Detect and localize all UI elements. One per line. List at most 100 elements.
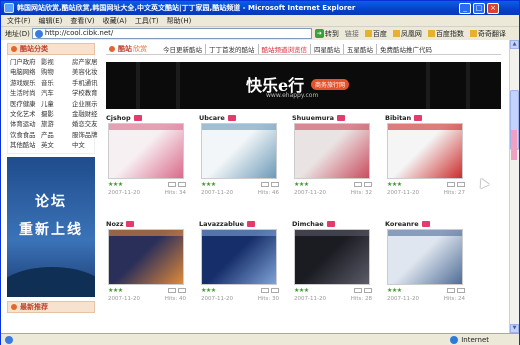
scroll-down-icon[interactable]: ▼ [510, 324, 519, 333]
scroll-up-icon[interactable]: ▲ [510, 40, 519, 49]
visit-icon[interactable] [261, 288, 269, 293]
favorite-icon[interactable] [364, 288, 372, 293]
link-translate[interactable]: 奇奇翻译 [469, 29, 506, 39]
site-card[interactable]: Shuuemura ★★★ 2007-11-20 Hits: 32 [292, 113, 380, 219]
go-button[interactable]: ➜ 转到 [314, 29, 339, 39]
hot-badge-icon [421, 221, 430, 227]
site-name[interactable]: Koreanre [385, 219, 473, 229]
category-link[interactable]: 门户政府 [10, 57, 41, 67]
address-input[interactable]: http://cool.cibk.net/ [31, 28, 312, 39]
category-link[interactable]: 服饰品牌 [72, 130, 98, 140]
category-link[interactable]: 体育运动 [10, 119, 41, 129]
site-name[interactable]: Shuuemura [292, 113, 380, 123]
site-name[interactable]: Cjshop [106, 113, 194, 123]
category-link[interactable]: 旅游 [41, 119, 72, 129]
category-link[interactable]: 英文 [41, 140, 72, 150]
site-thumbnail[interactable] [108, 229, 184, 285]
favorite-icon[interactable] [457, 288, 465, 293]
favorite-icon[interactable] [178, 182, 186, 187]
forum-banner[interactable]: 论坛 重新上线 [7, 156, 95, 297]
category-link[interactable]: 电脑网络 [10, 67, 41, 77]
site-thumbnail[interactable] [294, 123, 370, 179]
category-link[interactable]: 美容化妆 [72, 67, 98, 77]
tab-five-star[interactable]: 五星酷站 [343, 43, 376, 54]
site-card[interactable]: Nozz ★★★ 2007-11-20 Hits: 40 [106, 219, 194, 325]
visit-icon[interactable] [168, 182, 176, 187]
link-baidu[interactable]: 百度 [364, 29, 387, 39]
category-link[interactable]: 中文 [72, 140, 98, 150]
category-link[interactable]: 儿童 [41, 99, 72, 109]
site-card[interactable]: Bibitan ★★★ 2007-11-20 Hits: 27 [385, 113, 473, 219]
site-card[interactable]: Ubcare ★★★ 2007-11-20 Hits: 46 [199, 113, 287, 219]
category-link[interactable]: 汽车 [41, 88, 72, 98]
close-button[interactable]: × [487, 2, 499, 14]
category-link[interactable]: 饮食食品 [10, 130, 41, 140]
site-card[interactable]: Koreanre ★★★ 2007-11-20 Hits: 24 [385, 219, 473, 325]
card-info: 2007-11-20 Hits: 40 [106, 296, 186, 302]
link-baidu-index[interactable]: 百度指数 [427, 29, 464, 39]
ad-banner[interactable]: 快乐e行 www.ehappy.com 商务旅行网 [106, 62, 501, 109]
tab-today-updates[interactable]: 今日更新酷站 [160, 44, 205, 54]
category-link[interactable]: 影视 [41, 57, 72, 67]
category-link[interactable]: 婚恋交友 [72, 119, 98, 129]
category-link[interactable]: 生活时尚 [10, 88, 41, 98]
category-link[interactable]: 产品 [41, 130, 72, 140]
tab-promo-code[interactable]: 免费酷站推广代码 [376, 43, 435, 54]
tab-first-release[interactable]: 丁丁首发的酷站 [205, 43, 258, 54]
maximize-button[interactable]: □ [473, 2, 485, 14]
site-thumbnail[interactable] [201, 123, 277, 179]
site-thumbnail[interactable] [294, 229, 370, 285]
link-ifeng[interactable]: 凤凰网 [392, 29, 422, 39]
visit-icon[interactable] [447, 288, 455, 293]
category-link[interactable]: 企业展示 [72, 99, 98, 109]
site-name[interactable]: Dimchae [292, 219, 380, 229]
category-link[interactable]: 学校教育 [72, 88, 98, 98]
site-thumbnail[interactable] [201, 229, 277, 285]
favorite-icon[interactable] [178, 288, 186, 293]
site-name[interactable]: Bibitan [385, 113, 473, 123]
visit-icon[interactable] [354, 288, 362, 293]
favorite-icon[interactable] [457, 182, 465, 187]
visit-icon[interactable] [168, 288, 176, 293]
menu-tools[interactable]: 工具(T) [135, 16, 159, 26]
category-link[interactable]: 房产家居 [72, 57, 98, 67]
tab-channel-browse[interactable]: 酷站频道浏览信 [257, 43, 311, 54]
site-thumbnail[interactable] [387, 123, 463, 179]
visit-icon[interactable] [447, 182, 455, 187]
category-link[interactable]: 手机通讯 [72, 78, 98, 88]
hit-count: Hits: 24 [443, 296, 465, 302]
category-link[interactable]: 购物 [41, 67, 72, 77]
site-thumbnail[interactable] [108, 123, 184, 179]
site-name[interactable]: Nozz [106, 219, 194, 229]
menu-help[interactable]: 帮助(H) [167, 16, 192, 26]
favorite-icon[interactable] [271, 182, 279, 187]
minimize-button[interactable]: _ [459, 2, 471, 14]
category-link[interactable]: 医疗健康 [10, 99, 41, 109]
category-link[interactable]: 金融财经 [72, 109, 98, 119]
menu-favorites[interactable]: 收藏(A) [103, 16, 127, 26]
visit-icon[interactable] [354, 182, 362, 187]
menu-edit[interactable]: 编辑(E) [39, 16, 63, 26]
site-card[interactable]: Cjshop ★★★ 2007-11-20 Hits: 34 [106, 113, 194, 219]
site-card[interactable]: Lavazzablue ★★★ 2007-11-20 Hits: 30 [199, 219, 287, 325]
vertical-scrollbar[interactable]: ▲ ▼ [509, 40, 519, 333]
menu-file[interactable]: 文件(F) [7, 16, 31, 26]
hit-count: Hits: 28 [350, 296, 372, 302]
category-link[interactable]: 音乐 [41, 78, 72, 88]
link-icon [392, 30, 400, 37]
site-name[interactable]: Ubcare [199, 113, 287, 123]
category-link[interactable]: 摄影 [41, 109, 72, 119]
tab-four-star[interactable]: 四星酷站 [310, 43, 343, 54]
category-link[interactable]: 其他酷站 [10, 140, 41, 150]
card-info: 2007-11-20 Hits: 30 [199, 296, 279, 302]
favorite-icon[interactable] [364, 182, 372, 187]
site-name[interactable]: Lavazzablue [199, 219, 287, 229]
site-thumbnail[interactable] [387, 229, 463, 285]
menu-view[interactable]: 查看(V) [70, 16, 94, 26]
site-card[interactable]: Dimchae ★★★ 2007-11-20 Hits: 28 [292, 219, 380, 325]
link-label: 百度 [372, 29, 387, 38]
category-link[interactable]: 游戏娱乐 [10, 78, 41, 88]
category-link[interactable]: 文化艺术 [10, 109, 41, 119]
visit-icon[interactable] [261, 182, 269, 187]
favorite-icon[interactable] [271, 288, 279, 293]
